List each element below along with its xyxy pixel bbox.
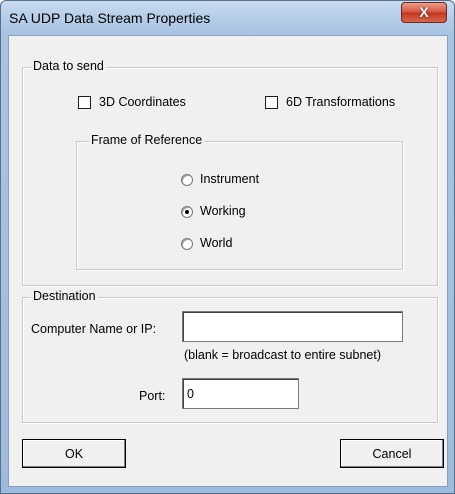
data-to-send-group: Data to send 3D Coordinates 6D Transform…: [22, 59, 438, 286]
radio-working-label[interactable]: Working: [200, 204, 246, 218]
data-to-send-legend: Data to send: [31, 59, 106, 73]
radio-selected-dot: [185, 210, 189, 214]
computer-name-input[interactable]: [182, 311, 403, 342]
broadcast-hint: (blank = broadcast to entire subnet): [184, 348, 381, 362]
close-icon: X: [419, 4, 429, 20]
transforms-label[interactable]: 6D Transformations: [286, 95, 395, 109]
window-title: SA UDP Data Stream Properties: [9, 10, 211, 26]
dialog-window: SA UDP Data Stream Properties X Data to …: [0, 0, 455, 494]
destination-group: Destination Computer Name or IP: (blank …: [22, 289, 438, 423]
computer-name-label: Computer Name or IP:: [31, 322, 157, 336]
coords-label[interactable]: 3D Coordinates: [99, 95, 186, 109]
radio-working[interactable]: [181, 206, 193, 218]
ok-button[interactable]: OK: [22, 439, 126, 468]
dialog-client-area: Data to send 3D Coordinates 6D Transform…: [8, 35, 448, 487]
cancel-button[interactable]: Cancel: [340, 439, 444, 468]
close-button[interactable]: X: [401, 2, 447, 23]
frame-of-reference-group: Frame of Reference Instrument Working Wo…: [76, 133, 403, 270]
radio-instrument[interactable]: [181, 174, 193, 186]
radio-world[interactable]: [181, 238, 193, 250]
radio-instrument-label[interactable]: Instrument: [200, 172, 259, 186]
port-input[interactable]: [182, 378, 299, 409]
radio-world-label[interactable]: World: [200, 236, 232, 250]
transforms-checkbox[interactable]: [265, 96, 278, 109]
coords-checkbox[interactable]: [78, 96, 91, 109]
title-bar[interactable]: SA UDP Data Stream Properties X: [1, 1, 454, 35]
frame-of-reference-legend: Frame of Reference: [89, 133, 205, 147]
port-label: Port:: [139, 389, 166, 403]
destination-legend: Destination: [31, 289, 98, 303]
